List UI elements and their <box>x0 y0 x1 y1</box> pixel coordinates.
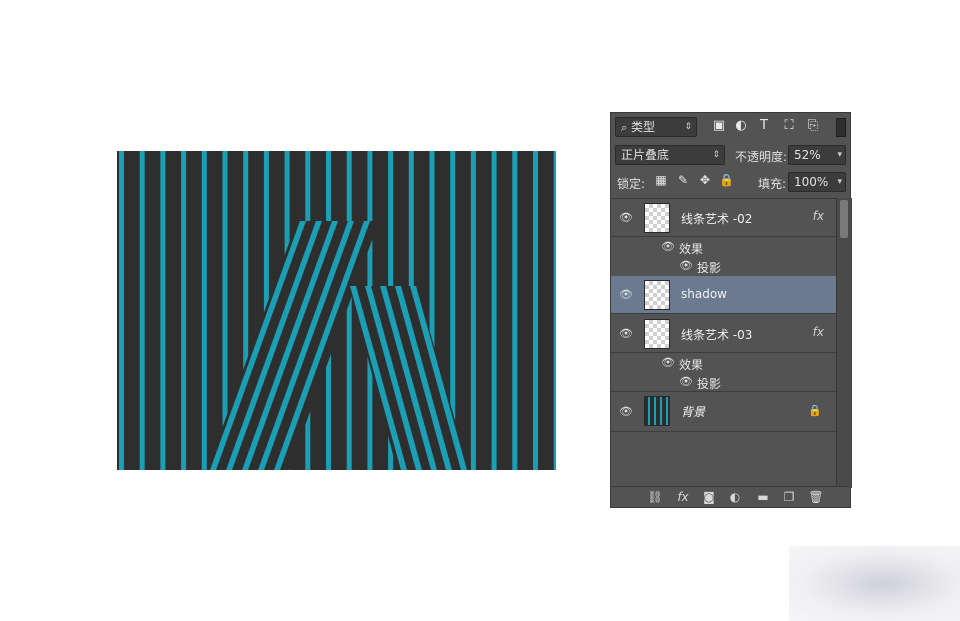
blurred-watermark <box>789 546 960 621</box>
effects-group: 👁 效果 👁 投影 <box>611 237 836 275</box>
folder-icon[interactable]: ▬ <box>755 489 771 505</box>
layer-thumbnail <box>644 280 670 310</box>
scrollbar-thumb[interactable] <box>840 200 848 238</box>
visibility-eye-icon[interactable]: 👁 <box>679 260 693 271</box>
trash-icon[interactable]: 🗑 <box>808 489 824 505</box>
lock-icon: 🔒 <box>808 404 822 417</box>
fill-value: 100% <box>794 175 829 189</box>
visibility-eye-icon[interactable]: 👁 <box>619 328 633 339</box>
fill-label: 填充: <box>758 177 787 191</box>
blend-mode-dropdown[interactable]: 正片叠底 ⇕ <box>615 145 725 165</box>
layers-footer-toolbar: ⛓ fx ◙ ◐ ▬ ❐ 🗑 <box>611 486 850 507</box>
lock-label: 锁定: <box>617 177 646 191</box>
image-filter-icon[interactable]: ▣ <box>711 118 727 134</box>
fill-field[interactable]: 100% ▾ <box>788 172 846 192</box>
vertical-stripe <box>470 151 476 470</box>
mask-icon[interactable]: ◙ <box>701 489 717 505</box>
layers-list: 👁 线条艺术 -02 fx 👁 效果 👁 投影 👁 shadow 👁 线条艺术 … <box>611 198 836 489</box>
layer-row-line-art-02[interactable]: 👁 线条艺术 -02 fx <box>611 199 836 237</box>
visibility-eye-icon[interactable]: 👁 <box>661 241 675 252</box>
layer-name[interactable]: 线条艺术 -02 <box>681 210 752 227</box>
filter-kind-label: 类型 <box>631 120 656 134</box>
visibility-eye-icon[interactable]: 👁 <box>679 376 693 387</box>
canvas-artwork <box>117 151 556 470</box>
vertical-stripe <box>181 151 187 470</box>
layer-thumbnail <box>644 203 670 233</box>
effects-group: 👁 效果 👁 投影 <box>611 353 836 392</box>
vertical-stripe <box>512 151 518 470</box>
layer-row-shadow[interactable]: 👁 shadow <box>611 276 836 314</box>
vertical-stripe <box>346 151 352 470</box>
vertical-stripe <box>160 151 166 470</box>
layer-name[interactable]: 背景 <box>681 403 705 420</box>
chevron-updown-icon: ⇕ <box>684 122 692 132</box>
visibility-eye-icon[interactable]: 👁 <box>619 289 633 300</box>
lock-transparent-icon[interactable]: ▦ <box>654 173 668 187</box>
effects-label: 效果 <box>679 242 704 256</box>
filter-toggle[interactable] <box>836 118 846 137</box>
vertical-stripe <box>533 151 538 470</box>
vertical-stripe <box>139 151 145 470</box>
chevron-down-icon[interactable]: ▾ <box>837 173 842 191</box>
lock-position-icon[interactable]: ✥ <box>698 173 712 187</box>
new-layer-icon[interactable]: ❐ <box>781 489 797 505</box>
visibility-eye-icon[interactable]: 👁 <box>619 406 633 417</box>
layer-name[interactable]: 线条艺术 -03 <box>681 326 752 343</box>
link-icon[interactable]: ⛓ <box>647 489 663 505</box>
effects-label: 效果 <box>679 358 704 372</box>
layer-row-line-art-03[interactable]: 👁 线条艺术 -03 fx <box>611 315 836 353</box>
type-filter-icon[interactable]: T <box>756 118 772 134</box>
chevron-updown-icon: ⇕ <box>712 150 720 160</box>
search-icon: ⌕ <box>621 121 628 134</box>
layers-panel: ⌕ 类型 ⇕ ▣ ◐ T ⛶ ⎘ 正片叠底 ⇕ 不透明度: 52% ▾ 锁定: … <box>610 112 852 508</box>
layer-thumbnail <box>644 319 670 349</box>
fx-icon[interactable]: fx <box>675 489 691 505</box>
effect-item-drop-shadow[interactable]: 投影 <box>697 375 721 392</box>
smart-object-filter-icon[interactable]: ⎘ <box>805 118 821 134</box>
blend-mode-value: 正片叠底 <box>621 148 670 162</box>
layer-name[interactable]: shadow <box>681 287 727 301</box>
adjustment-icon[interactable]: ◐ <box>727 489 743 505</box>
layer-thumbnail <box>644 396 670 426</box>
shape-filter-icon[interactable]: ⛶ <box>781 118 797 134</box>
layer-row-background[interactable]: 👁 背景 🔒 <box>611 392 836 432</box>
layers-scrollbar[interactable] <box>836 198 852 488</box>
effect-item-drop-shadow[interactable]: 投影 <box>697 259 721 276</box>
layer-filter-dropdown[interactable]: ⌕ 类型 ⇕ <box>615 117 697 137</box>
line-art-illustration <box>117 151 556 470</box>
chevron-down-icon[interactable]: ▾ <box>837 146 842 164</box>
fx-icon[interactable]: fx <box>813 325 824 339</box>
fx-icon[interactable]: fx <box>813 209 824 223</box>
lock-paint-icon[interactable]: ✎ <box>676 173 690 187</box>
opacity-field[interactable]: 52% ▾ <box>788 145 846 165</box>
opacity-value: 52% <box>794 148 821 162</box>
visibility-eye-icon[interactable]: 👁 <box>619 212 633 223</box>
vertical-stripe <box>553 151 556 470</box>
background-thumbnail-stripes <box>648 397 668 425</box>
lock-all-icon[interactable]: 🔒 <box>719 173 734 187</box>
vertical-stripe <box>119 151 124 470</box>
adjustment-filter-icon[interactable]: ◐ <box>733 118 749 134</box>
vertical-stripe <box>201 151 207 470</box>
opacity-label: 不透明度: <box>735 150 788 164</box>
vertical-stripe <box>491 151 497 470</box>
visibility-eye-icon[interactable]: 👁 <box>661 357 675 368</box>
